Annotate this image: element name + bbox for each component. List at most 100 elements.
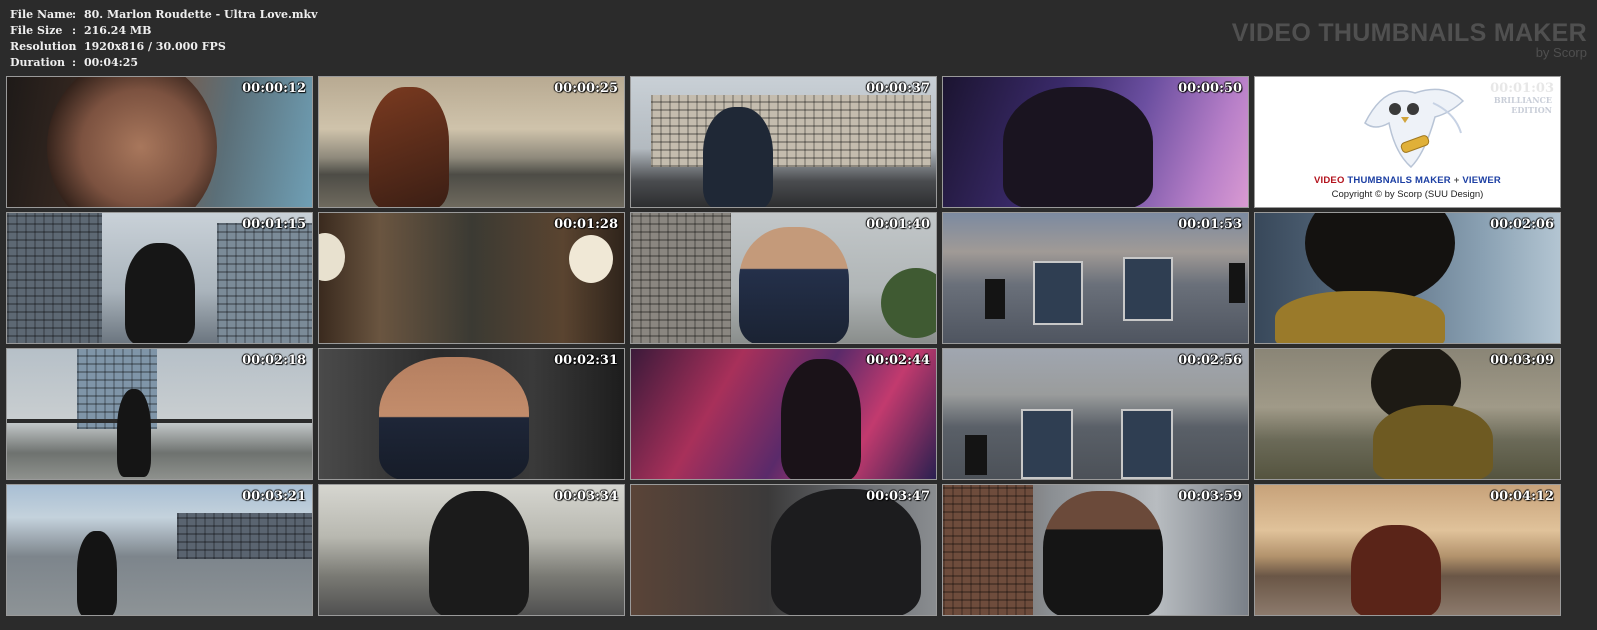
file-size-value: 216.24 MB [84,24,152,37]
man-silhouette [739,227,849,343]
file-name-value: 80. Marlon Roudette - Ultra Love.mkv [84,8,318,21]
timestamp: 00:01:15 [242,217,306,232]
duration-label: Duration [10,56,66,69]
separator: : [72,8,77,21]
man-silhouette [771,489,921,615]
edition-line: EDITION [1511,105,1552,115]
man-silhouette [703,107,773,207]
duration-row: Duration : 00:04:25 [10,55,318,71]
file-name-row: File Name : 80. Marlon Roudette - Ultra … [10,7,318,23]
file-size-row: File Size : 216.24 MB [10,23,318,39]
skyscraper [217,223,312,343]
timestamp: 00:03:09 [1490,353,1554,368]
file-size-label: File Size [10,24,63,37]
stage-panel [1123,257,1173,321]
separator: : [72,56,77,69]
thumbnail-frame[interactable]: 00:01:28 [318,212,625,344]
man-silhouette [429,491,529,615]
timestamp: 00:02:56 [1178,353,1242,368]
dancer-silhouette [77,531,117,615]
face-silhouette [47,77,217,207]
timestamp: 00:02:18 [242,353,306,368]
thumbnail-frame[interactable]: 00:03:21 [6,484,313,616]
logo-title: VIDEO THUMBNAILS MAKER + VIEWER [1255,175,1560,186]
timestamp: 00:00:25 [554,81,618,96]
timestamp: 00:03:34 [554,489,618,504]
resolution-label: Resolution [10,40,77,53]
thumbnail-frame[interactable]: 00:02:06 [1254,212,1561,344]
logo-copyright: Copyright © by Scorp (SUU Design) [1331,189,1484,200]
thumbnail-grid: 00:00:12 00:00:25 00:00:37 00:00:50 BRIL… [6,76,1561,616]
brand-byline: by Scorp [1535,45,1587,60]
hoodie [1373,405,1493,479]
timestamp: 00:01:40 [866,217,930,232]
man-silhouette [1003,87,1153,207]
city-building [177,513,312,559]
thumbnail-frame[interactable]: 00:02:56 [942,348,1249,480]
thumbnail-frame[interactable]: 00:03:09 [1254,348,1561,480]
timestamp: 00:01:28 [554,217,618,232]
man-silhouette [379,357,529,479]
timestamp: 00:04:12 [1490,489,1554,504]
man-silhouette [1043,491,1163,615]
stage-panel [1021,409,1073,479]
apartment-building [651,95,931,167]
stage-panel [1121,409,1173,479]
woman-silhouette [781,359,861,479]
thumbnail-frame[interactable]: 00:03:47 [630,484,937,616]
timestamp: 00:02:31 [554,353,618,368]
thumbnail-frame[interactable]: 00:00:37 [630,76,937,208]
resolution-value: 1920x816 / 30.000 FPS [84,40,226,53]
thumbnail-frame[interactable]: 00:03:59 [942,484,1249,616]
frame-image [943,349,1248,479]
dancer-silhouette [125,243,195,343]
timestamp: 00:00:50 [1178,81,1242,96]
timestamp: 00:01:53 [1178,217,1242,232]
speaker [1229,263,1245,303]
woman-silhouette [1351,525,1441,615]
logo-title-part: + [1453,175,1460,186]
thumbnail-frame[interactable]: 00:03:34 [318,484,625,616]
frame-image [319,77,624,207]
stage-panel [1033,261,1083,325]
thumbnail-frame[interactable]: 00:00:50 [942,76,1249,208]
brick-building [943,485,1033,615]
tower-block [631,213,731,343]
woman-silhouette [369,87,449,207]
resolution-row: Resolution : 1920x816 / 30.000 FPS [10,39,318,55]
thumbnail-frame[interactable]: 00:01:53 [942,212,1249,344]
timestamp: 00:00:37 [866,81,930,96]
logo-title-part: THUMBNAILS MAKER [1347,175,1451,186]
thumbnail-frame[interactable]: 00:02:18 [6,348,313,480]
thumbnail-frame[interactable]: 00:00:12 [6,76,313,208]
thumbnail-frame[interactable]: BRILLIANCE EDITION VIDEO THUMBNAILS MAKE… [1254,76,1561,208]
edition-line: BRILLIANCE [1493,95,1552,105]
timestamp: 00:01:03 [1490,81,1554,96]
skyscraper [7,213,102,343]
thumbnail-frame[interactable]: 00:01:40 [630,212,937,344]
logo-title-part: VIEWER [1462,175,1501,186]
window-light [569,235,613,283]
brand-title: VIDEO THUMBNAILS MAKER [1231,19,1587,47]
owl-logo-icon [1364,88,1465,169]
hoodie [1275,291,1445,343]
thumbnail-frame[interactable]: 00:02:31 [318,348,625,480]
timestamp: 00:02:44 [866,353,930,368]
thumbnail-frame[interactable]: 00:00:25 [318,76,625,208]
timestamp: 00:00:12 [242,81,306,96]
railing [7,419,312,423]
speaker [985,279,1005,319]
dancer-silhouette [117,389,151,477]
frame-image [7,349,312,479]
thumbnail-frame[interactable]: 00:01:15 [6,212,313,344]
edition-badge: BRILLIANCE EDITION [1494,95,1552,115]
timestamp: 00:03:59 [1178,489,1242,504]
thumbnail-frame[interactable]: 00:02:44 [630,348,937,480]
thumbnail-frame[interactable]: 00:04:12 [1254,484,1561,616]
separator: : [72,40,77,53]
frame-image [943,213,1248,343]
separator: : [72,24,77,37]
brand-watermark: VIDEO THUMBNAILS MAKER by Scorp [1232,20,1587,60]
duration-value: 00:04:25 [84,56,139,69]
file-info-panel: File Name : 80. Marlon Roudette - Ultra … [10,7,318,71]
